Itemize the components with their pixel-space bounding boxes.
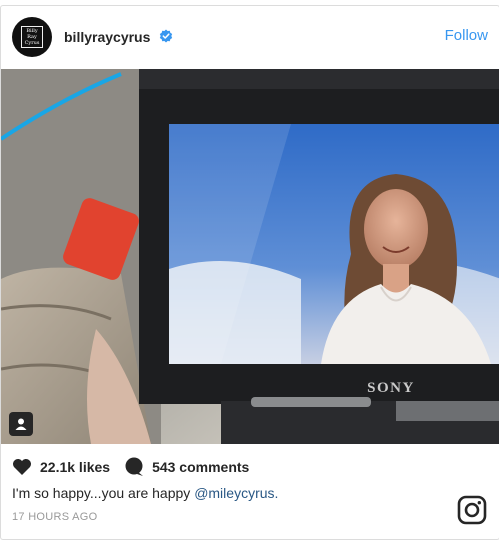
post-stats: 22.1k likes 543 comments [12, 457, 249, 477]
follow-button[interactable]: Follow [445, 27, 488, 44]
username-link[interactable]: billyraycyrus [64, 29, 150, 45]
heart-icon[interactable] [12, 458, 32, 476]
caption: I'm so happy...you are happy @mileycyrus… [12, 485, 278, 501]
avatar[interactable]: Billy Ray Cyrus [12, 17, 52, 57]
camera-brand-label: SONY [367, 380, 415, 396]
instagram-embed-card: Billy Ray Cyrus billyraycyrus Follow SON… [0, 5, 499, 540]
comments-count[interactable]: 543 comments [152, 459, 249, 475]
user-tag-icon[interactable] [9, 412, 33, 436]
instagram-logo-icon[interactable] [457, 495, 487, 525]
post-header: Billy Ray Cyrus billyraycyrus Follow [1, 6, 499, 69]
person-icon [15, 418, 27, 430]
post-photo[interactable]: SONY [1, 69, 499, 444]
avatar-logo: Billy Ray Cyrus [21, 26, 43, 48]
photo-scene: SONY [1, 69, 499, 444]
likes-count[interactable]: 22.1k likes [40, 459, 110, 475]
verified-badge-icon [159, 29, 173, 43]
caption-text: I'm so happy...you are happy [12, 485, 195, 501]
timestamp[interactable]: 17 HOURS AGO [12, 511, 98, 523]
comment-icon[interactable] [124, 457, 144, 477]
mention-link[interactable]: @mileycyrus. [194, 485, 278, 501]
